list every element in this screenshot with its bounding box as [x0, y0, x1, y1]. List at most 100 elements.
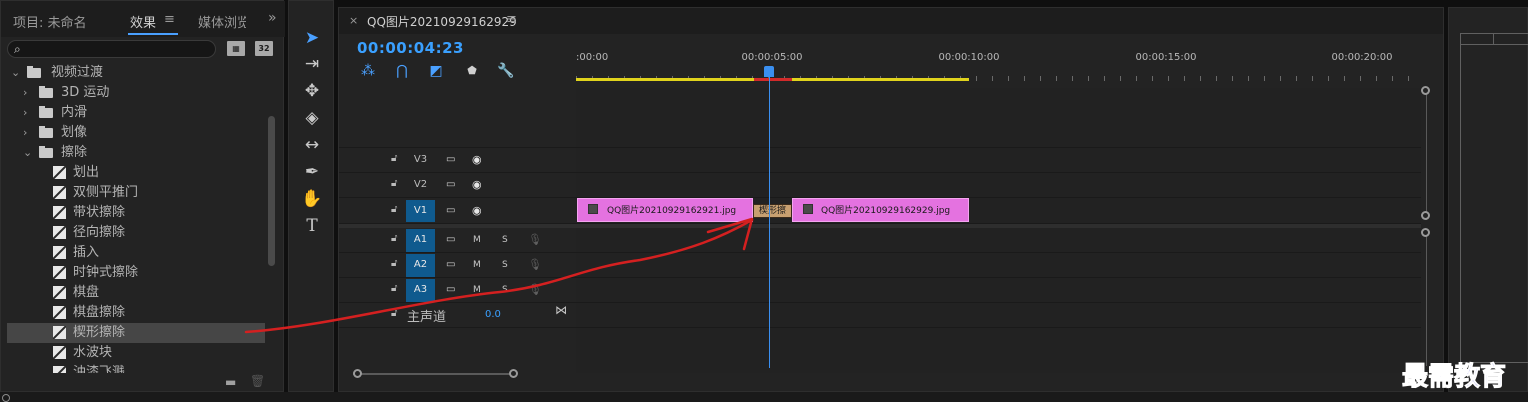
accelerated-effects-filter-button[interactable]: ▦ [227, 41, 245, 56]
track-target-a3[interactable]: A3 [406, 279, 435, 302]
track-target-a2[interactable]: A2 [406, 254, 435, 277]
solo-button[interactable]: S [502, 235, 508, 245]
tree-effect-item[interactable]: 径向擦除 [7, 223, 265, 243]
pen-tool-icon[interactable]: ✒ [301, 161, 323, 183]
new-bin-icon[interactable]: ▬ [225, 375, 236, 389]
track-target-v3[interactable]: V3 [406, 149, 435, 171]
tab-project[interactable]: 项目: 未命名 [13, 12, 87, 31]
tree-effect-item[interactable]: 油漆飞溅 [7, 363, 265, 373]
video-vscroll-rail[interactable] [1426, 92, 1427, 220]
bowtie-icon[interactable]: ⋈ [555, 303, 567, 317]
lock-icon[interactable]: 🔓︎ [391, 153, 397, 164]
track-target-a1[interactable]: A1 [406, 229, 435, 252]
32bit-effects-filter-button[interactable]: 32 [255, 41, 273, 56]
track-target-v1[interactable]: V1 [406, 200, 435, 222]
clip-1[interactable]: QQ图片20210929162921.jpg [577, 198, 753, 222]
chevron-down-icon[interactable]: ⌄ [11, 63, 20, 83]
sync-lock-icon[interactable]: ▭ [446, 259, 455, 270]
tree-folder-slide[interactable]: › 内滑 [7, 103, 265, 123]
tab-media-browser[interactable]: 媒体浏览 [198, 12, 246, 31]
lock-icon[interactable]: 🔓︎ [391, 204, 397, 215]
sequence-menu-icon[interactable]: ≡ [506, 12, 517, 27]
track-select-tool-icon[interactable]: ⇥ [301, 53, 323, 75]
tree-folder-iris[interactable]: › 划像 [7, 123, 265, 143]
video-vscroll-bottom-handle[interactable] [1421, 211, 1430, 220]
tab-effects[interactable]: 效果 [130, 12, 156, 31]
eye-icon[interactable]: ◉ [472, 204, 482, 217]
hscroll-left-handle[interactable] [353, 369, 362, 378]
sync-lock-icon[interactable]: ▭ [446, 234, 455, 245]
transition-wedge-wipe[interactable]: 楔形擦 [753, 204, 792, 218]
sync-lock-icon[interactable]: ▭ [446, 205, 455, 216]
tree-effect-item[interactable]: 双侧平推门 [7, 183, 265, 203]
selection-tool-icon[interactable]: ➤ [301, 27, 323, 49]
tree-effect-item-selected[interactable]: 楔形擦除 [7, 323, 265, 343]
hscroll-right-handle[interactable] [509, 369, 518, 378]
tree-effect-item[interactable]: 划出 [7, 163, 265, 183]
add-marker-icon[interactable]: ⬟ [463, 62, 481, 80]
track-target-v2[interactable]: V2 [406, 174, 435, 196]
nest-toggle-icon[interactable]: ⁂ [359, 62, 377, 80]
empty-lane[interactable] [576, 88, 1421, 147]
sync-lock-icon[interactable]: ▭ [446, 284, 455, 295]
playhead-line[interactable] [769, 74, 770, 368]
sync-lock-icon[interactable]: ▭ [446, 154, 455, 165]
tree-effect-item[interactable]: 棋盘擦除 [7, 303, 265, 323]
razor-tool-icon[interactable]: ◈ [301, 107, 323, 129]
microphone-icon[interactable]: 🎙︎ [528, 258, 542, 271]
eye-icon[interactable]: ◉ [472, 153, 482, 166]
track-lane[interactable] [576, 228, 1421, 252]
playhead-timecode[interactable]: 00:00:04:23 [357, 39, 464, 57]
panel-overflow-icon[interactable]: » [268, 10, 277, 26]
effects-scrollbar[interactable] [268, 116, 275, 266]
track-lane[interactable] [576, 173, 1421, 197]
mute-button[interactable]: M [473, 260, 481, 270]
timeline-hscroll-track[interactable] [353, 373, 517, 375]
clip-2[interactable]: QQ图片20210929162929.jpg [792, 198, 969, 222]
audio-vscroll-top-handle[interactable] [1421, 228, 1430, 237]
type-tool-icon[interactable]: T [301, 215, 323, 237]
track-lane[interactable] [576, 303, 1421, 327]
effects-menu-icon[interactable]: ≡ [164, 12, 175, 27]
linked-selection-icon[interactable]: ◩ [427, 62, 445, 80]
slip-tool-icon[interactable]: ↔ [301, 134, 323, 156]
tab-sequence[interactable]: QQ图片20210929162929 [367, 13, 517, 30]
sync-lock-icon[interactable]: ▭ [446, 179, 455, 190]
empty-lane[interactable] [576, 328, 1421, 373]
lock-icon[interactable]: 🔓︎ [391, 258, 397, 269]
tree-folder-wipe[interactable]: ⌄ 擦除 [7, 143, 265, 163]
wrench-icon[interactable]: 🔧 [497, 62, 515, 80]
ripple-edit-tool-icon[interactable]: ✥ [301, 80, 323, 102]
tree-effect-item[interactable]: 棋盘 [7, 283, 265, 303]
tree-effect-item[interactable]: 插入 [7, 243, 265, 263]
microphone-icon[interactable]: 🎙︎ [528, 233, 542, 246]
snap-magnet-icon[interactable]: ⋂ [393, 62, 411, 80]
tree-effect-item[interactable]: 水波块 [7, 343, 265, 363]
lock-icon[interactable]: 🔓︎ [391, 283, 397, 294]
tree-effect-item[interactable]: 时钟式擦除 [7, 263, 265, 283]
master-volume-value[interactable]: 0.0 [485, 309, 501, 320]
trash-icon[interactable]: 🗑 [250, 374, 265, 388]
lock-icon[interactable]: 🔓︎ [391, 308, 397, 319]
lock-icon[interactable]: 🔓︎ [391, 233, 397, 244]
chevron-right-icon[interactable]: › [23, 103, 27, 123]
tree-folder-3d-motion[interactable]: › 3D 运动 [7, 83, 265, 103]
effects-search-input[interactable]: ⌕ [7, 40, 216, 58]
chevron-right-icon[interactable]: › [23, 83, 27, 103]
hand-tool-icon[interactable]: ✋ [301, 188, 323, 210]
eye-icon[interactable]: ◉ [472, 178, 482, 191]
track-lane[interactable] [576, 253, 1421, 277]
video-vscroll-top-handle[interactable] [1421, 86, 1430, 95]
audio-vscroll-rail[interactable] [1426, 234, 1427, 366]
lock-icon[interactable]: 🔓︎ [391, 178, 397, 189]
track-lane[interactable] [576, 278, 1421, 302]
mute-button[interactable]: M [473, 235, 481, 245]
microphone-icon[interactable]: 🎙︎ [528, 283, 542, 296]
solo-button[interactable]: S [502, 285, 508, 295]
tree-effect-item[interactable]: 带状擦除 [7, 203, 265, 223]
track-lane[interactable] [576, 148, 1421, 172]
chevron-down-icon[interactable]: ⌄ [23, 143, 32, 163]
close-icon[interactable]: × [349, 14, 358, 27]
tree-folder-video-transitions[interactable]: ⌄ 视频过渡 [7, 63, 265, 83]
solo-button[interactable]: S [502, 260, 508, 270]
